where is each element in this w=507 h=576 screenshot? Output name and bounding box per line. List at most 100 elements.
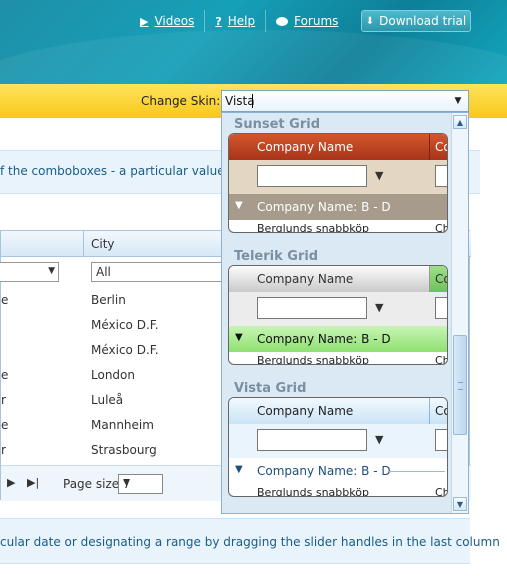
- text-cursor: [252, 94, 253, 108]
- filter-textbox: [435, 429, 447, 451]
- group-label: Company Name: B - D: [257, 464, 391, 478]
- company-name-header: Company Name: [257, 272, 354, 286]
- chevron-down-icon: ▼: [123, 478, 130, 488]
- city-cell: México D.F.: [91, 318, 159, 332]
- nav-divider: [265, 10, 267, 32]
- data-cell: Ch: [435, 354, 447, 365]
- skin-option-title[interactable]: Vista Grid: [234, 381, 306, 396]
- city-cell: Strasbourg: [91, 443, 157, 457]
- skin-option-title[interactable]: Sunset Grid: [234, 117, 320, 132]
- play-icon: ▶: [140, 14, 149, 28]
- filter-textbox: [257, 429, 367, 451]
- scroll-down-icon[interactable]: ▼: [453, 497, 467, 511]
- data-cell: Berglunds snabbköp: [257, 222, 369, 233]
- table-cell: e: [1, 368, 9, 382]
- data-cell: Berglunds snabbköp: [257, 486, 369, 497]
- download-label: Download trial: [379, 14, 467, 28]
- city-cell: Mannheim: [91, 418, 154, 432]
- videos-link[interactable]: ▶ Videos: [140, 10, 194, 32]
- filter-textbox: [435, 165, 447, 187]
- chevron-down-icon: ▼: [235, 464, 243, 475]
- column-header: Co: [435, 272, 447, 286]
- chevron-down-icon[interactable]: ▼: [448, 91, 468, 111]
- filter-icon: ▼: [375, 169, 384, 182]
- skin-option-title[interactable]: Telerik Grid: [234, 249, 318, 264]
- preview-data-row: Berglunds snabbköp Ch: [229, 220, 447, 233]
- city-filter-input[interactable]: All: [91, 262, 225, 282]
- grip-icon: [458, 382, 463, 390]
- company-name-header: Company Name: [257, 404, 354, 418]
- forums-label: Forums: [294, 14, 339, 28]
- city-filter-value: All: [96, 265, 111, 279]
- help-link[interactable]: ? Help: [215, 10, 255, 32]
- page-size-label: Page size:: [63, 477, 124, 491]
- chevron-down-icon: ▼: [235, 332, 243, 343]
- company-name-header: Company Name: [257, 140, 354, 154]
- header-decoration: [0, 30, 507, 84]
- city-cell: Berlin: [91, 293, 126, 307]
- data-cell: Ch: [435, 222, 447, 233]
- page-size-select[interactable]: 7 ▼: [118, 474, 163, 494]
- data-cell: Berglunds snabbköp: [257, 354, 369, 365]
- preview-filter-row: ▼: [229, 424, 447, 458]
- skin-option-sunset[interactable]: Company Name Co ▼ ▼ Company Name: B - D …: [228, 133, 448, 233]
- help-label: Help: [227, 14, 256, 28]
- group-label: Company Name: B - D: [257, 200, 391, 214]
- dropdown-scrollbar[interactable]: ▲ ▼: [451, 113, 468, 513]
- filter-textbox: [257, 165, 367, 187]
- group-label: Company Name: B - D: [257, 332, 391, 346]
- skin-dropdown-list: Sunset Grid Company Name Co ▼ ▼ Company …: [221, 112, 469, 514]
- forums-link[interactable]: Forums: [276, 10, 338, 32]
- download-trial-button[interactable]: ⬇ Download trial: [361, 10, 471, 32]
- group-divider: [389, 471, 445, 472]
- top-navigation: ▶ Videos ? Help Forums: [140, 10, 338, 32]
- column-divider: [429, 398, 430, 424]
- filter-icon: ▼: [375, 433, 384, 446]
- preview-group-row: ▼ Company Name: B - D: [229, 458, 447, 484]
- scrollbar-thumb[interactable]: [453, 335, 467, 435]
- city-cell: Luleå: [91, 393, 124, 407]
- filter-icon: ▼: [375, 301, 384, 314]
- preview-header: Company Name Co: [229, 134, 447, 160]
- last-page-icon[interactable]: ▶|: [27, 476, 39, 489]
- table-cell: e: [1, 293, 9, 307]
- site-header: ▶ Videos ? Help Forums ⬇ Download trial: [0, 0, 507, 84]
- change-skin-label: Change Skin:: [141, 94, 221, 108]
- preview-filter-row: ▼: [229, 160, 447, 194]
- column-divider: [429, 134, 430, 160]
- info-band-bottom: cular date or designating a range by dra…: [0, 518, 500, 564]
- chevron-down-icon: ▼: [235, 200, 243, 211]
- city-column-header[interactable]: City: [91, 237, 115, 251]
- column-header: Co: [435, 404, 447, 418]
- preview-header: Company Name Co: [229, 398, 447, 424]
- videos-label: Videos: [154, 14, 195, 28]
- skin-option-vista[interactable]: Company Name Co ▼ ▼ Company Name: B - D …: [228, 397, 448, 497]
- table-cell: r: [1, 443, 6, 457]
- info-text: f the comboboxes - a particular value or…: [0, 164, 256, 178]
- city-cell: London: [91, 368, 135, 382]
- download-icon: ⬇: [365, 15, 375, 27]
- preview-group-row: ▼ Company Name: B - D: [229, 326, 447, 352]
- filter-textbox: [435, 297, 447, 319]
- data-cell: Ch: [435, 486, 447, 497]
- column-divider: [429, 266, 430, 292]
- preview-group-row: ▼ Company Name: B - D: [229, 194, 447, 220]
- question-icon: ?: [215, 14, 222, 28]
- filter-textbox: [257, 297, 367, 319]
- column-filter-select[interactable]: ▼: [0, 262, 59, 282]
- scroll-up-icon[interactable]: ▲: [453, 115, 467, 129]
- preview-data-row: Berglunds snabbköp Ch: [229, 352, 447, 365]
- table-cell: e: [1, 418, 9, 432]
- skin-combobox-value: Vista: [225, 94, 255, 108]
- speech-bubble-icon: [276, 16, 289, 26]
- chevron-down-icon: ▼: [48, 266, 55, 276]
- column-divider: [83, 231, 84, 257]
- preview-header: Company Name Co: [229, 266, 447, 292]
- column-header: Co: [435, 140, 447, 154]
- nav-divider: [204, 10, 206, 32]
- skin-option-telerik[interactable]: Company Name Co ▼ ▼ Company Name: B - D …: [228, 265, 448, 365]
- table-cell: r: [1, 393, 6, 407]
- next-page-icon[interactable]: ▶: [7, 476, 15, 489]
- skin-combobox[interactable]: Vista ▼: [221, 90, 469, 112]
- info-text-bottom: cular date or designating a range by dra…: [0, 535, 500, 549]
